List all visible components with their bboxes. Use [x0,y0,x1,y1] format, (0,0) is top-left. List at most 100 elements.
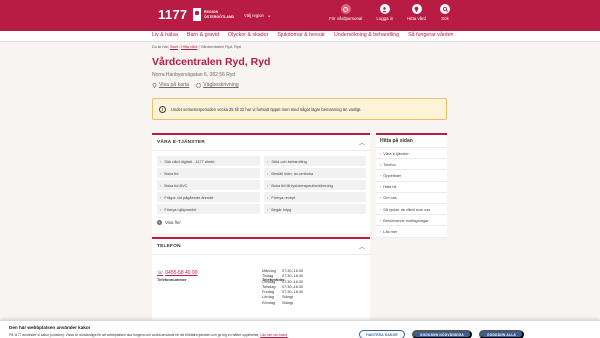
arrow-icon: › [380,228,382,234]
phone-hours-table: Måndag 07:30–16:30 Tisdag 07:30–16:30 Onsd… [262,269,322,305]
phone-info: Telefonnummer Telefontider [152,255,370,282]
arrow-icon: › [380,217,382,223]
time: 07:30–16:30 [282,284,304,289]
show-on-map-link[interactable]: Visa på karta [152,82,189,88]
sidebar-item[interactable]: › Så tycker de vårdt som oss [376,204,447,216]
sidebar-item[interactable]: › Öppettider [376,170,447,182]
time: Stängt [282,300,293,305]
nav-item-examination[interactable]: Undersökning & behandling [334,32,399,38]
nav-item-life-health[interactable]: Liv & hälsa [152,32,178,38]
cookie-buttons: HANTERA KAKOR GODKÄNN NÖDVÄNDIGA GODKÄNN… [359,330,524,338]
breadcrumb: Du är här: Start / Hitta vård / Vårdcent… [152,45,241,49]
eservice-item[interactable]: › Sök vård digitalt - 1177 direkt [157,156,260,166]
search-icon [440,4,450,14]
cookie-title: Den här webbplatsen använder kakor [9,325,91,330]
action-label: Hitta vård [407,16,426,21]
eservice-item[interactable]: › Beställ öder, av-omboka [264,168,366,178]
warning-icon: ! [159,106,166,113]
sidebar-item[interactable]: › Om oss [376,193,447,204]
arrow-icon: › [380,195,382,201]
phone-heading: TELEFON [157,244,181,249]
cookie-read-more-link[interactable]: Läs mer om kakor [260,333,287,337]
sidebar-item[interactable]: › Läs mer [376,226,447,238]
region-mark-icon [193,8,201,21]
eservice-item[interactable]: › Frågor vid pågående ärende [157,192,260,202]
phone-number-link[interactable]: ☏ 0455-58 40 00 [157,270,198,276]
location-pin-icon [411,4,422,14]
show-more-eservices[interactable]: + Visa fler [157,220,370,225]
sidebar-item[interactable]: › Hitta hit [376,182,447,193]
action-for-professionals[interactable]: För vårdpersonal [329,4,362,21]
action-label: Logga in [376,16,394,21]
phone-number-label: Telefonnummer [157,277,187,282]
nav-item-children-pregnant[interactable]: Barn & gravid [187,32,219,38]
time: 07:30–16:30 [282,274,304,279]
eservice-item[interactable]: › Boka tid [157,168,260,178]
arrow-icon: › [160,158,162,164]
pick-region-button[interactable]: Välj region ⌄ [244,12,272,19]
breadcrumb-current: Vårdcentralen Ryd, Ryd [200,45,241,49]
action-find-care[interactable]: Hitta vård [407,4,426,21]
nav-item-diseases[interactable]: Sjukdomar & besvär [277,32,325,38]
action-login[interactable]: Logga in [376,4,393,21]
eservices-heading: VÅRA E-TJÄNSTER [157,140,205,145]
nav-item-how-care-works[interactable]: Så fungerar vården [408,32,453,38]
directions-icon [196,82,202,88]
action-label: För vårdpersonal [329,16,363,21]
day: Onsdag [262,279,276,284]
eservices-header[interactable]: VÅRA E-TJÄNSTER ︿ [152,135,370,151]
phone-icon: ☏ [157,270,164,276]
stethoscope-icon [340,4,351,14]
user-icon [379,4,390,14]
breadcrumb-start[interactable]: Start [170,45,178,49]
day: Söndag [262,300,276,305]
phone-header[interactable]: TELEFON ︿ [152,239,370,255]
region-line2: ÖSTERGÖTLAND [204,14,235,19]
cookie-text: På 1177 använder vi kakor (cookies). Vis… [9,333,288,337]
pick-region-label: Välj region [244,13,264,18]
accept-all-button[interactable]: GODKÄNN ALLA [478,330,524,338]
breadcrumb-find-care[interactable]: Hitta vård [181,45,197,49]
notice-text: Under semesterperioden vecka 25 till 32 … [171,107,362,112]
nav-item-accidents[interactable]: Olyckor & skador [228,32,268,38]
chevron-down-icon: ⌄ [266,13,272,19]
action-label: Sök [441,16,449,21]
day: Måndag [262,269,276,273]
region-logo[interactable]: REGION ÖSTERGÖTLAND [193,8,234,21]
arrow-icon: › [380,184,382,190]
directions-link[interactable]: Vägbeskrivning [196,82,239,88]
manage-cookies-button[interactable]: HANTERA KAKOR [359,330,405,338]
day: Tisdag [262,274,274,279]
arrow-icon: › [160,194,162,200]
time: Stängt [282,295,293,300]
chevron-up-icon: ︿ [358,141,365,147]
main-nav: Liv & hälsa Barn & gravid Olyckor & skad… [0,31,600,42]
time: 07:30–16:30 [282,269,304,273]
arrow-icon: › [267,194,269,200]
page-header: Du är här: Start / Hitta vård / Vårdcent… [152,44,448,88]
eservice-item[interactable]: › Boka tid till fysioterapeutbedömning [264,180,366,190]
sidebar-item[interactable]: › Telefon [376,159,447,171]
arrow-icon: › [380,150,382,156]
arrow-icon: › [380,206,382,212]
day: Lördag [262,295,274,300]
action-search[interactable]: Sök [440,4,450,21]
eservice-item[interactable]: › Boka tid BVC [157,180,260,190]
map-pin-icon [152,83,157,88]
arrow-icon: › [380,172,382,178]
eservice-item[interactable]: › Begär intyg [264,204,366,214]
arrow-icon: › [160,206,162,212]
sidebar-item[interactable]: › Beskrivande mottagningar [376,215,447,227]
eservices-card: VÅRA E-TJÄNSTER ︿ › Sök vård digitalt - 1… [152,133,370,233]
eservice-item[interactable]: › Förnya hjälpmedel [157,204,260,214]
sidebar-heading: Hitta på sidan [376,135,447,148]
chevron-up-icon: ︿ [358,245,365,251]
day: Fredag [262,290,275,295]
eservice-item[interactable]: › Förnya recept [264,192,366,202]
eservice-item[interactable]: › Stöd och behandling [264,156,366,166]
top-header: 1177 REGION ÖSTERGÖTLAND Välj region ⌄ F… [0,0,600,31]
accept-necessary-button[interactable]: GODKÄNN NÖDVÄNDIGA [411,330,472,338]
site-logo[interactable]: 1177 [158,7,187,22]
sidebar-item[interactable]: › Våra e-tjänster [376,148,447,160]
cookie-banner: Den här webbplatsen använder kakor På 11… [0,320,600,338]
